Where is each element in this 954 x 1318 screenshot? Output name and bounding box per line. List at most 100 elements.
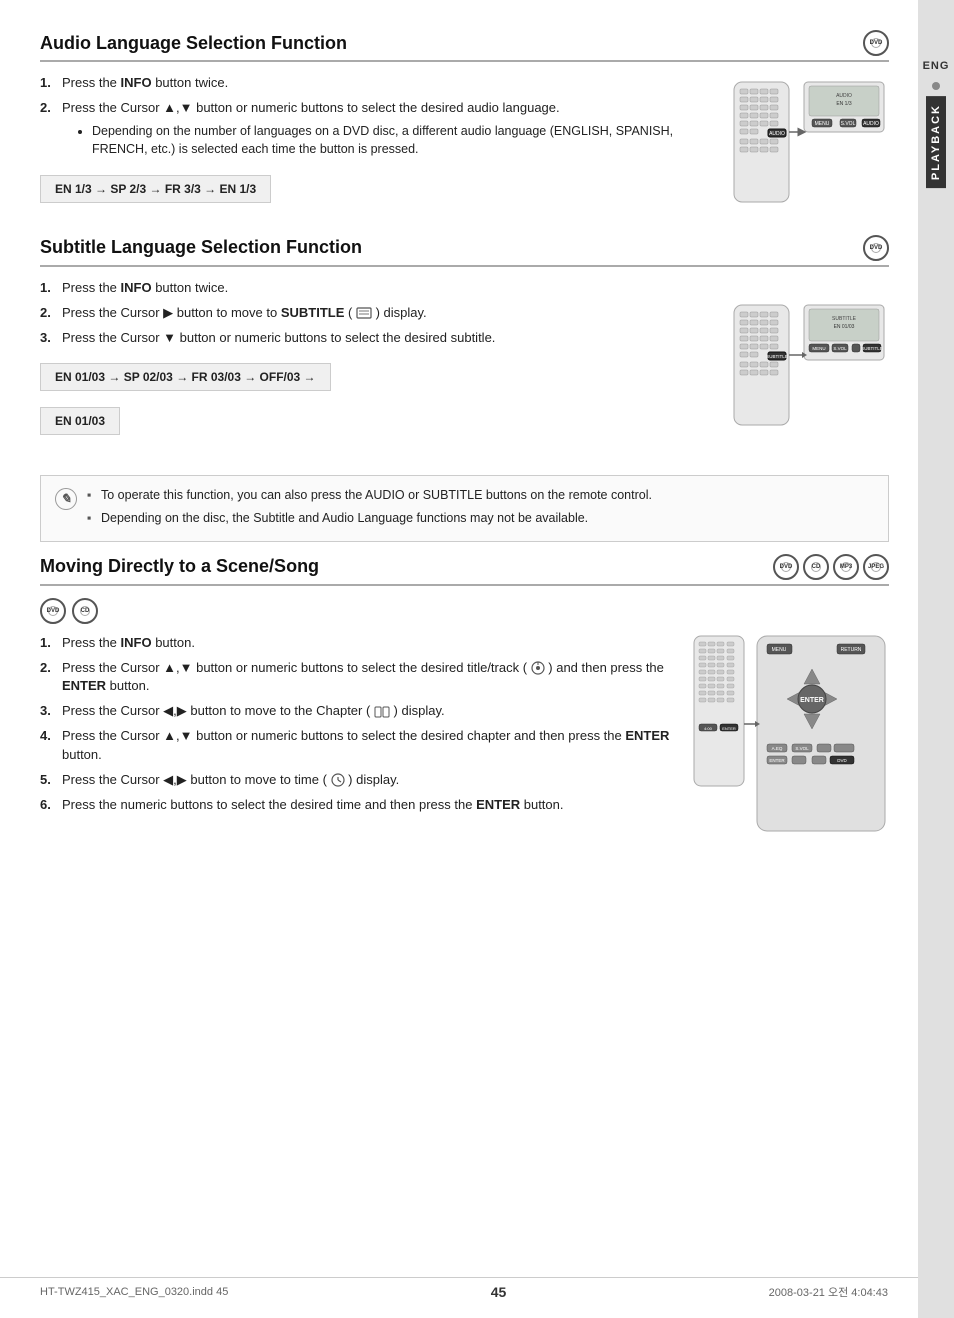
svg-text:ENTER: ENTER xyxy=(800,697,824,704)
section3-header: Moving Directly to a Scene/Song DVD CD M… xyxy=(40,554,889,586)
footer-left: HT-TWZ415_XAC_ENG_0320.indd 45 xyxy=(40,1286,228,1298)
sidebar-lang-label: ENG xyxy=(923,60,950,72)
page-footer: HT-TWZ415_XAC_ENG_0320.indd 45 45 2008-0… xyxy=(0,1277,918,1300)
section2-remote-svg: SUBTITLE SUBTITLE xyxy=(732,300,887,430)
svg-text:RETURN: RETURN xyxy=(840,647,861,653)
section2-title: Subtitle Language Selection Function xyxy=(40,237,362,258)
section-moving-scene: Moving Directly to a Scene/Song DVD CD M… xyxy=(40,554,889,834)
step3-1-content: Press the INFO button. xyxy=(62,634,677,653)
step2-2: 2. Press the Cursor ▶ button to move to … xyxy=(40,304,717,323)
section1-formula: EN 1/3 → SP 2/3 → FR 3/3 → EN 1/3 xyxy=(40,175,271,203)
section-subtitle-language: Subtitle Language Selection Function DVD… xyxy=(40,235,889,452)
svg-text:S.VOL: S.VOL xyxy=(795,746,809,751)
section2-formula: EN 01/03 → SP 02/03 → FR 03/03 → OFF/03 … xyxy=(40,355,717,443)
step3-1: 1. Press the INFO button. xyxy=(40,634,677,653)
step2-1-bold: INFO xyxy=(121,280,152,295)
section3-diagram: 4:00 ENTER MENU RETURN xyxy=(689,634,889,834)
svg-text:MENU: MENU xyxy=(812,346,825,351)
svg-text:A.EQ: A.EQ xyxy=(771,746,782,751)
svg-text:S.VOL: S.VOL xyxy=(840,121,855,127)
section3-steps: 1. Press the INFO button. 2. Press the C… xyxy=(40,634,677,815)
step3-6-enter: ENTER xyxy=(476,797,520,812)
section2-body: 1. Press the INFO button twice. 2. Press… xyxy=(40,279,889,452)
page-number: 45 xyxy=(491,1284,507,1300)
section1-diagram: AUDIO xyxy=(729,74,889,211)
section2-diagram: SUBTITLE SUBTITLE xyxy=(729,279,889,452)
dvd-badge-2: DVD xyxy=(863,235,889,261)
cd-badge-3: CD xyxy=(803,554,829,580)
step2-3: 3. Press the Cursor ▼ button or numeric … xyxy=(40,329,717,348)
step3-3-num: 3. xyxy=(40,702,58,721)
sidebar-playback-label: PLAYBACK xyxy=(926,96,946,188)
section2-badges: DVD xyxy=(863,235,889,261)
step3-4: 4. Press the Cursor ▲,▼ button or numeri… xyxy=(40,727,677,765)
step3-3-content: Press the Cursor ◀,▶ button to move to t… xyxy=(62,702,677,721)
step3-5: 5. Press the Cursor ◀,▶ button to move t… xyxy=(40,771,677,790)
step3-6-num: 6. xyxy=(40,796,58,815)
dvd-badge-3: DVD xyxy=(773,554,799,580)
step3-4-enter: ENTER xyxy=(625,728,669,743)
svg-text:AUDIO: AUDIO xyxy=(836,93,852,99)
title-icon xyxy=(531,661,545,675)
step1-1-num: 1. xyxy=(40,74,58,93)
step2-1-content: Press the INFO button twice. xyxy=(62,279,717,298)
svg-text:EN 01/03: EN 01/03 xyxy=(833,324,854,330)
step2-1: 1. Press the INFO button twice. xyxy=(40,279,717,298)
subtitle-icon xyxy=(356,307,372,319)
section2-steps: 1. Press the INFO button twice. 2. Press… xyxy=(40,279,717,348)
jpeg-badge-3: JPEG xyxy=(863,554,889,580)
svg-text:EN 1/3: EN 1/3 xyxy=(836,101,852,107)
step3-2: 2. Press the Cursor ▲,▼ button or numeri… xyxy=(40,659,677,697)
note-icon: ✎ xyxy=(55,488,77,510)
section2-text: 1. Press the INFO button twice. 2. Press… xyxy=(40,279,717,452)
section1-text: 1. Press the INFO button twice. 2. Press… xyxy=(40,74,717,211)
main-content: Audio Language Selection Function DVD 1.… xyxy=(40,30,889,834)
svg-text:S.VOL: S.VOL xyxy=(833,346,847,351)
step2-3-num: 3. xyxy=(40,329,58,348)
step3-5-num: 5. xyxy=(40,771,58,790)
section1-header: Audio Language Selection Function DVD xyxy=(40,30,889,62)
step2-2-subtitle: SUBTITLE xyxy=(281,305,345,320)
step2-2-num: 2. xyxy=(40,304,58,323)
step3-6-content: Press the numeric buttons to select the … xyxy=(62,796,677,815)
step1-1-content: Press the INFO button twice. xyxy=(62,74,717,93)
step2-1-num: 1. xyxy=(40,279,58,298)
sub-cd-badge: CD xyxy=(72,598,98,624)
section1-body: 1. Press the INFO button twice. 2. Press… xyxy=(40,74,889,211)
step2-3-content: Press the Cursor ▼ button or numeric but… xyxy=(62,329,717,348)
step3-6: 6. Press the numeric buttons to select t… xyxy=(40,796,677,815)
svg-text:SUBTITLE: SUBTITLE xyxy=(832,316,857,322)
section3-sub-badges: DVD CD xyxy=(40,598,889,624)
dvd-badge-1: DVD xyxy=(863,30,889,56)
svg-text:AUDIO: AUDIO xyxy=(769,131,785,137)
section3-body: 1. Press the INFO button. 2. Press the C… xyxy=(40,634,889,834)
note-item-1: To operate this function, you can also p… xyxy=(87,486,652,504)
section2-header: Subtitle Language Selection Function DVD xyxy=(40,235,889,267)
step1-1-bold: INFO xyxy=(121,75,152,90)
chapter-icon xyxy=(374,706,390,718)
step1-2-bullet: Depending on the number of languages on … xyxy=(92,122,717,158)
svg-text:MENU: MENU xyxy=(771,647,786,653)
step2-2-content: Press the Cursor ▶ button to move to SUB… xyxy=(62,304,717,323)
step1-2-subbullet: Depending on the number of languages on … xyxy=(62,122,717,158)
svg-text:ENTER: ENTER xyxy=(769,758,785,763)
note-item-2: Depending on the disc, the Subtitle and … xyxy=(87,509,652,527)
section2-formula-line1: EN 01/03 → SP 02/03 → FR 03/03 → OFF/03 … xyxy=(40,363,331,391)
section3-text: 1. Press the INFO button. 2. Press the C… xyxy=(40,634,677,834)
section1-steps: 1. Press the INFO button twice. 2. Press… xyxy=(40,74,717,161)
step1-2-content: Press the Cursor ▲,▼ button or numeric b… xyxy=(62,99,717,161)
footer-right: 2008-03-21 오전 4:04:43 xyxy=(769,1284,888,1300)
step3-1-bold: INFO xyxy=(121,635,152,650)
step3-2-num: 2. xyxy=(40,659,58,697)
step1-1: 1. Press the INFO button twice. xyxy=(40,74,717,93)
svg-text:SUBTITLE: SUBTITLE xyxy=(766,354,788,359)
svg-text:AUDIO: AUDIO xyxy=(863,121,879,127)
sidebar-dot xyxy=(932,82,940,90)
step3-5-content: Press the Cursor ◀,▶ button to move to t… xyxy=(62,771,677,790)
section-audio-language: Audio Language Selection Function DVD 1.… xyxy=(40,30,889,211)
right-sidebar: ENG PLAYBACK xyxy=(918,0,954,1318)
svg-text:SUBTITLE: SUBTITLE xyxy=(861,346,883,351)
section3-title: Moving Directly to a Scene/Song xyxy=(40,556,319,577)
section3-badges: DVD CD MP3 JPEG xyxy=(773,554,889,580)
note-content: To operate this function, you can also p… xyxy=(87,486,652,530)
